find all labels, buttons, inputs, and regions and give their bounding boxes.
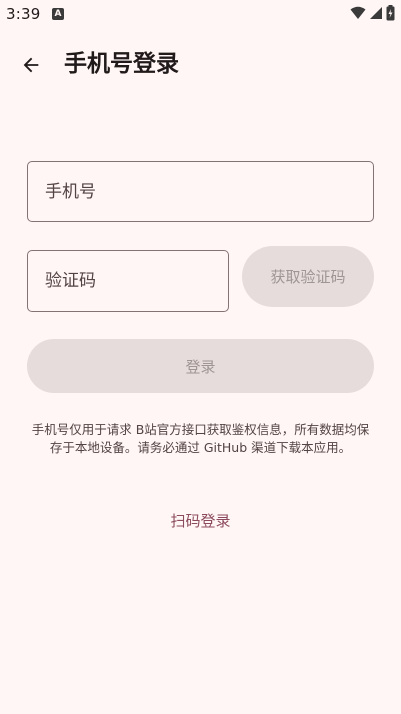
phone-number-input[interactable]: [27, 161, 374, 222]
page-title: 手机号登录: [64, 51, 179, 77]
arrow-left-icon: [23, 57, 39, 73]
notification-a-icon: A: [52, 8, 64, 20]
status-bar: 3:39 A: [0, 0, 401, 28]
wifi-icon: [350, 6, 366, 19]
verification-code-input[interactable]: [27, 250, 229, 312]
login-button[interactable]: 登录: [27, 339, 374, 393]
back-button[interactable]: [14, 48, 48, 82]
qr-code-login-link[interactable]: 扫码登录: [0, 510, 401, 531]
signal-icon: [370, 7, 382, 19]
get-code-button[interactable]: 获取验证码: [242, 246, 374, 307]
status-time: 3:39: [6, 5, 41, 23]
status-icons: [350, 5, 395, 21]
privacy-notice: 手机号仅用于请求 B站官方接口获取鉴权信息，所有数据均保存于本地设备。请务必通过…: [31, 422, 370, 455]
battery-icon: [386, 5, 395, 21]
app-bar: 手机号登录: [0, 36, 401, 92]
